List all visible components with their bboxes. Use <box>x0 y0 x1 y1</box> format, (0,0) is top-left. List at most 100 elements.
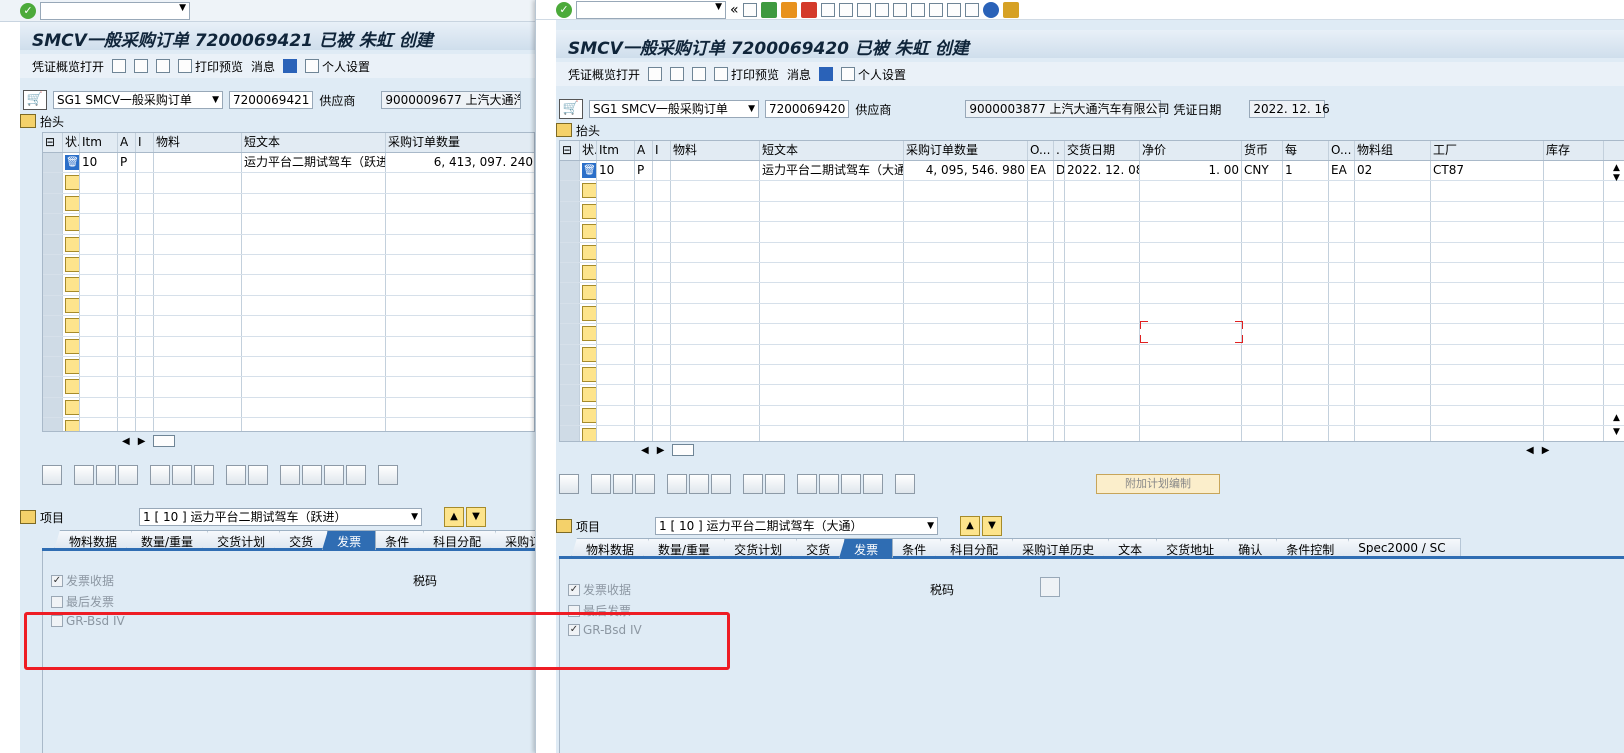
empty-cell[interactable] <box>597 201 635 222</box>
empty-cell[interactable] <box>80 234 118 254</box>
sort-desc-icon[interactable] <box>302 465 322 485</box>
empty-cell[interactable] <box>80 214 118 234</box>
empty-cell[interactable] <box>1140 324 1242 344</box>
status-cell[interactable] <box>63 377 80 397</box>
status-cell[interactable] <box>580 303 597 324</box>
empty-cell[interactable] <box>1283 283 1329 303</box>
sort-asc-icon[interactable] <box>280 465 300 485</box>
empty-cell[interactable] <box>386 173 534 192</box>
empty-cell[interactable] <box>1355 283 1431 303</box>
empty-cell[interactable] <box>1140 181 1242 201</box>
empty-cell[interactable] <box>1028 344 1054 364</box>
empty-cell[interactable] <box>635 324 653 344</box>
empty-cell[interactable] <box>136 316 154 336</box>
item-select[interactable]: 1 [ 10 ] 运力平台二期试驾车（跃进） ▼ <box>139 508 422 526</box>
empty-cell[interactable] <box>1242 385 1283 405</box>
status-cell[interactable] <box>63 193 80 214</box>
empty-cell[interactable] <box>80 356 118 377</box>
empty-cell[interactable] <box>1431 181 1544 201</box>
table-row[interactable] <box>43 418 534 431</box>
empty-cell[interactable] <box>653 405 671 426</box>
empty-cell[interactable] <box>1028 324 1054 344</box>
empty-cell[interactable] <box>1355 405 1431 426</box>
filter-icon[interactable] <box>324 465 344 485</box>
empty-cell[interactable] <box>136 173 154 193</box>
settings-icon[interactable] <box>378 465 398 485</box>
help-icon[interactable] <box>982 1 999 18</box>
empty-cell[interactable] <box>1283 262 1329 283</box>
empty-cell[interactable] <box>904 405 1028 426</box>
empty-cell[interactable] <box>760 344 904 364</box>
empty-status-icon[interactable] <box>582 428 596 441</box>
empty-cell[interactable] <box>242 234 386 254</box>
empty-cell[interactable] <box>1065 181 1140 201</box>
empty-cell[interactable] <box>1054 324 1065 344</box>
tab-4[interactable]: 发票 <box>839 538 894 558</box>
col-delivery-date[interactable]: 交货日期 <box>1065 141 1140 160</box>
empty-cell[interactable] <box>1329 222 1355 242</box>
select-icon[interactable] <box>226 465 246 485</box>
prev-page-icon[interactable] <box>892 2 907 17</box>
empty-cell[interactable] <box>118 275 136 295</box>
empty-cell[interactable] <box>671 405 760 426</box>
empty-cell[interactable] <box>242 214 386 234</box>
empty-cell[interactable] <box>1355 242 1431 262</box>
empty-cell[interactable] <box>1065 344 1140 364</box>
table-row[interactable] <box>560 262 1624 284</box>
back-icon[interactable]: « <box>730 2 739 18</box>
empty-cell[interactable] <box>118 316 136 336</box>
empty-cell[interactable] <box>154 214 242 234</box>
empty-cell[interactable] <box>597 222 635 242</box>
table-row[interactable]: 🗑 10 P 运力平台二期试驾车（大通） 4, 095, 546. 980 EA… <box>560 161 1624 182</box>
empty-cell[interactable] <box>136 214 154 234</box>
empty-cell[interactable] <box>242 418 386 431</box>
scroll-bottom-icon[interactable]: ▼ <box>1613 427 1620 437</box>
empty-cell[interactable] <box>1065 262 1140 283</box>
tab-9[interactable]: 交货地址 <box>1151 538 1230 558</box>
empty-status-icon[interactable] <box>582 407 596 423</box>
empty-cell[interactable] <box>1065 303 1140 324</box>
empty-cell[interactable] <box>597 324 635 344</box>
empty-cell[interactable] <box>1431 405 1544 426</box>
info-icon[interactable] <box>283 59 298 73</box>
empty-cell[interactable] <box>386 418 534 431</box>
empty-cell[interactable] <box>154 193 242 214</box>
empty-status-icon[interactable] <box>65 379 79 395</box>
col-itm[interactable]: Itm <box>597 141 635 160</box>
table-row[interactable] <box>560 324 1624 345</box>
empty-cell[interactable] <box>1431 324 1544 344</box>
empty-status-icon[interactable] <box>582 224 596 240</box>
empty-cell[interactable] <box>597 303 635 324</box>
info-icon[interactable] <box>819 67 834 81</box>
currency-cell[interactable]: CNY <box>1242 161 1283 181</box>
i-cell[interactable] <box>653 161 671 181</box>
table-row[interactable] <box>560 405 1624 427</box>
empty-status-icon[interactable] <box>65 420 79 431</box>
empty-cell[interactable] <box>118 397 136 418</box>
row-selector[interactable] <box>560 201 580 222</box>
qty-cell[interactable]: 4, 095, 546. 980 <box>904 161 1028 181</box>
col-a[interactable]: A <box>118 133 136 152</box>
empty-cell[interactable] <box>1028 201 1054 222</box>
empty-cell[interactable] <box>136 336 154 356</box>
deselect-icon[interactable] <box>248 465 268 485</box>
table-row[interactable] <box>560 344 1624 365</box>
empty-status-icon[interactable] <box>65 297 79 313</box>
plant-cell[interactable]: CT87 <box>1431 161 1544 181</box>
print-preview-button[interactable]: 打印预览 <box>714 66 779 83</box>
prev-item-icon[interactable]: ▲ <box>960 516 980 536</box>
empty-cell[interactable] <box>118 356 136 377</box>
table-row[interactable] <box>560 364 1624 386</box>
empty-cell[interactable] <box>154 397 242 418</box>
next-item-icon[interactable]: ▼ <box>982 516 1002 536</box>
cart-icon[interactable]: 🛒 <box>23 90 47 110</box>
next-item-icon[interactable]: ▼ <box>466 507 486 527</box>
empty-cell[interactable] <box>1054 262 1065 283</box>
empty-cell[interactable] <box>671 324 760 344</box>
status-cell[interactable] <box>63 173 80 193</box>
additional-planning-button[interactable]: 附加计划编制 <box>1096 474 1220 494</box>
status-cell[interactable] <box>63 356 80 377</box>
empty-cell[interactable] <box>242 316 386 336</box>
status-cell[interactable] <box>63 214 80 234</box>
col-order-unit[interactable]: O... <box>1028 141 1054 160</box>
